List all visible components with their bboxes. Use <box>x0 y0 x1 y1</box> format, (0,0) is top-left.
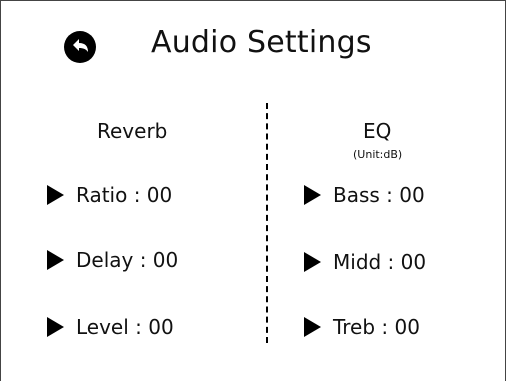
eq-midd-label: Midd : 00 <box>333 250 427 274</box>
audio-settings-screen: Audio Settings Reverb EQ (Unit:dB) Ratio… <box>0 0 506 381</box>
back-arrow-icon <box>73 39 88 52</box>
section-divider <box>266 103 268 343</box>
reverb-level-item[interactable]: Level : 00 <box>47 313 174 341</box>
page-title: Audio Settings <box>151 25 372 60</box>
reverb-section-title: Reverb <box>97 119 168 143</box>
eq-treb-item[interactable]: Treb : 00 <box>304 313 420 341</box>
play-arrow-icon <box>47 185 64 205</box>
back-button[interactable] <box>64 31 96 63</box>
eq-section-title: EQ <box>363 119 392 143</box>
reverb-level-label: Level : 00 <box>76 315 174 339</box>
reverb-ratio-item[interactable]: Ratio : 00 <box>47 181 172 209</box>
eq-treb-label: Treb : 00 <box>333 315 420 339</box>
eq-bass-item[interactable]: Bass : 00 <box>304 181 425 209</box>
eq-unit-label: (Unit:dB) <box>353 148 403 161</box>
play-arrow-icon <box>47 250 64 270</box>
reverb-delay-item[interactable]: Delay : 00 <box>47 246 178 274</box>
play-arrow-icon <box>304 185 321 205</box>
eq-midd-item[interactable]: Midd : 00 <box>304 248 426 276</box>
reverb-delay-label: Delay : 00 <box>76 248 179 272</box>
reverb-ratio-label: Ratio : 00 <box>76 183 173 207</box>
play-arrow-icon <box>304 317 321 337</box>
eq-bass-label: Bass : 00 <box>333 183 425 207</box>
play-arrow-icon <box>47 317 64 337</box>
play-arrow-icon <box>304 252 321 272</box>
